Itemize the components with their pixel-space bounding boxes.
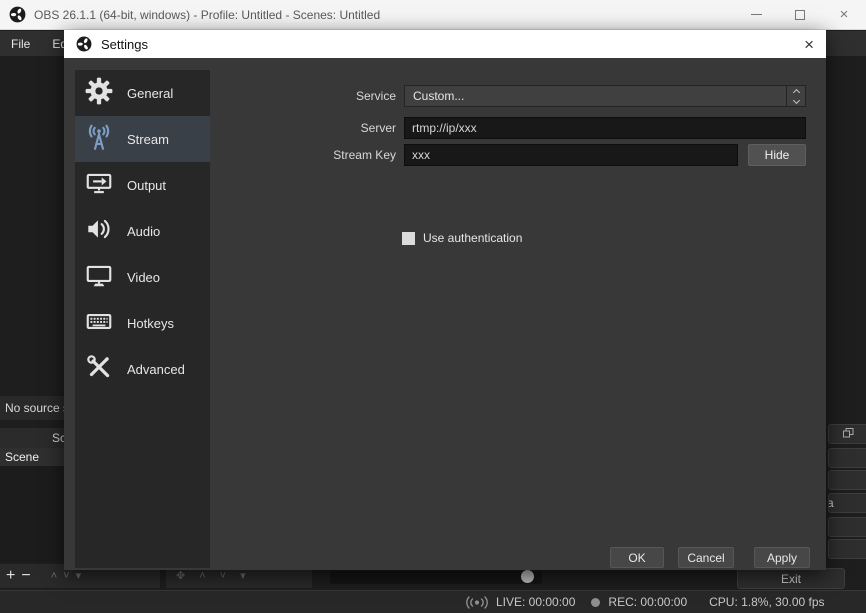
nav-item-output[interactable]: Output <box>75 162 210 208</box>
close-icon: × <box>840 7 849 22</box>
use-authentication-label: Use authentication <box>423 231 522 245</box>
minimize-icon <box>751 14 762 15</box>
volume-slider-handle[interactable] <box>521 570 534 583</box>
nav-item-video[interactable]: Video <box>75 254 210 300</box>
live-signal-icon <box>465 596 489 609</box>
server-input[interactable] <box>404 117 806 139</box>
scenes-dock-header: Sc <box>0 428 64 448</box>
settings-logo-icon <box>76 36 92 52</box>
start-recording-button[interactable] <box>828 470 866 490</box>
maximize-button[interactable] <box>778 0 822 29</box>
studio-mode-button[interactable] <box>828 517 866 537</box>
exit-button[interactable]: Exit <box>737 568 845 589</box>
settings-dialog: Settings × <box>64 30 826 570</box>
obs-logo-icon <box>9 6 26 23</box>
scene-list: Scene <box>0 448 64 562</box>
scene-list-item[interactable]: Scene <box>0 448 64 466</box>
use-authentication-row: Use authentication <box>402 231 522 245</box>
add-scene-button[interactable]: + <box>6 568 15 584</box>
tools-icon <box>84 352 114 387</box>
obs-main-window: OBS 26.1.1 (64-bit, windows) - Profile: … <box>0 0 866 613</box>
main-titlebar: OBS 26.1.1 (64-bit, windows) - Profile: … <box>0 0 866 30</box>
keyboard-icon <box>84 306 114 341</box>
use-authentication-checkbox[interactable] <box>402 232 415 245</box>
broadcast-antenna-icon <box>84 122 114 157</box>
minimize-button[interactable] <box>734 0 778 29</box>
server-label: Server <box>214 117 396 139</box>
live-timer: LIVE: 00:00:00 <box>496 595 575 609</box>
source-context-bar: No source s <box>0 396 64 420</box>
stream-key-label: Stream Key <box>214 144 396 166</box>
start-virtual-camera-button[interactable]: ra <box>828 493 866 513</box>
nav-item-stream[interactable]: Stream <box>75 116 210 162</box>
nav-item-general[interactable]: General <box>75 70 210 116</box>
cancel-button[interactable]: Cancel <box>678 547 734 568</box>
settings-titlebar: Settings × <box>64 30 826 58</box>
menu-file[interactable]: File <box>0 31 41 56</box>
nav-item-advanced[interactable]: Advanced <box>75 346 210 392</box>
source-down-button[interactable]: ˅ <box>220 571 226 582</box>
scene-up-button[interactable]: ˄ <box>51 571 57 582</box>
maximize-icon <box>795 10 805 20</box>
source-up-button[interactable]: ˄ <box>199 571 205 582</box>
settings-button[interactable] <box>828 539 866 559</box>
service-label: Service <box>214 85 396 107</box>
apply-button[interactable]: Apply <box>754 547 810 568</box>
scenes-dock-title: Sc <box>0 431 64 445</box>
volume-slider-track[interactable] <box>330 571 542 584</box>
settings-nav: General Stream <box>75 70 210 568</box>
service-value: Custom... <box>405 89 464 103</box>
source-filter-icon[interactable]: ✥ <box>176 571 185 582</box>
close-button[interactable]: × <box>822 0 866 29</box>
hide-key-button[interactable]: Hide <box>748 144 806 166</box>
status-bar: LIVE: 00:00:00 REC: 00:00:00 CPU: 1.8%, … <box>0 590 866 613</box>
popout-icon <box>843 425 854 443</box>
service-combobox[interactable]: Custom... <box>404 85 806 107</box>
start-streaming-button[interactable] <box>828 448 866 468</box>
rec-dot-icon <box>591 598 600 607</box>
settings-title: Settings <box>101 37 148 52</box>
ok-button[interactable]: OK <box>610 547 664 568</box>
rec-timer: REC: 00:00:00 <box>608 595 687 609</box>
cpu-stats: CPU: 1.8%, 30.00 fps <box>709 595 824 609</box>
scene-more-button[interactable]: ▾ <box>76 571 82 582</box>
gear-icon <box>84 76 114 111</box>
source-more-button[interactable]: ▾ <box>240 571 246 582</box>
combobox-spinner-icon[interactable] <box>786 86 805 106</box>
remove-scene-button[interactable]: − <box>21 568 30 584</box>
context-bar-text: No source s <box>0 401 64 415</box>
stream-key-input[interactable] <box>404 144 738 166</box>
nav-item-audio[interactable]: Audio <box>75 208 210 254</box>
dock-popout-button[interactable] <box>828 424 866 444</box>
window-title: OBS 26.1.1 (64-bit, windows) - Profile: … <box>34 8 380 22</box>
nav-item-hotkeys[interactable]: Hotkeys <box>75 300 210 346</box>
scene-down-button[interactable]: ˅ <box>63 571 69 582</box>
settings-close-button[interactable]: × <box>804 36 814 53</box>
video-monitor-icon <box>84 260 114 295</box>
speaker-icon <box>84 214 114 249</box>
window-controls: × <box>734 0 866 29</box>
output-monitor-arrow-icon <box>84 168 114 203</box>
